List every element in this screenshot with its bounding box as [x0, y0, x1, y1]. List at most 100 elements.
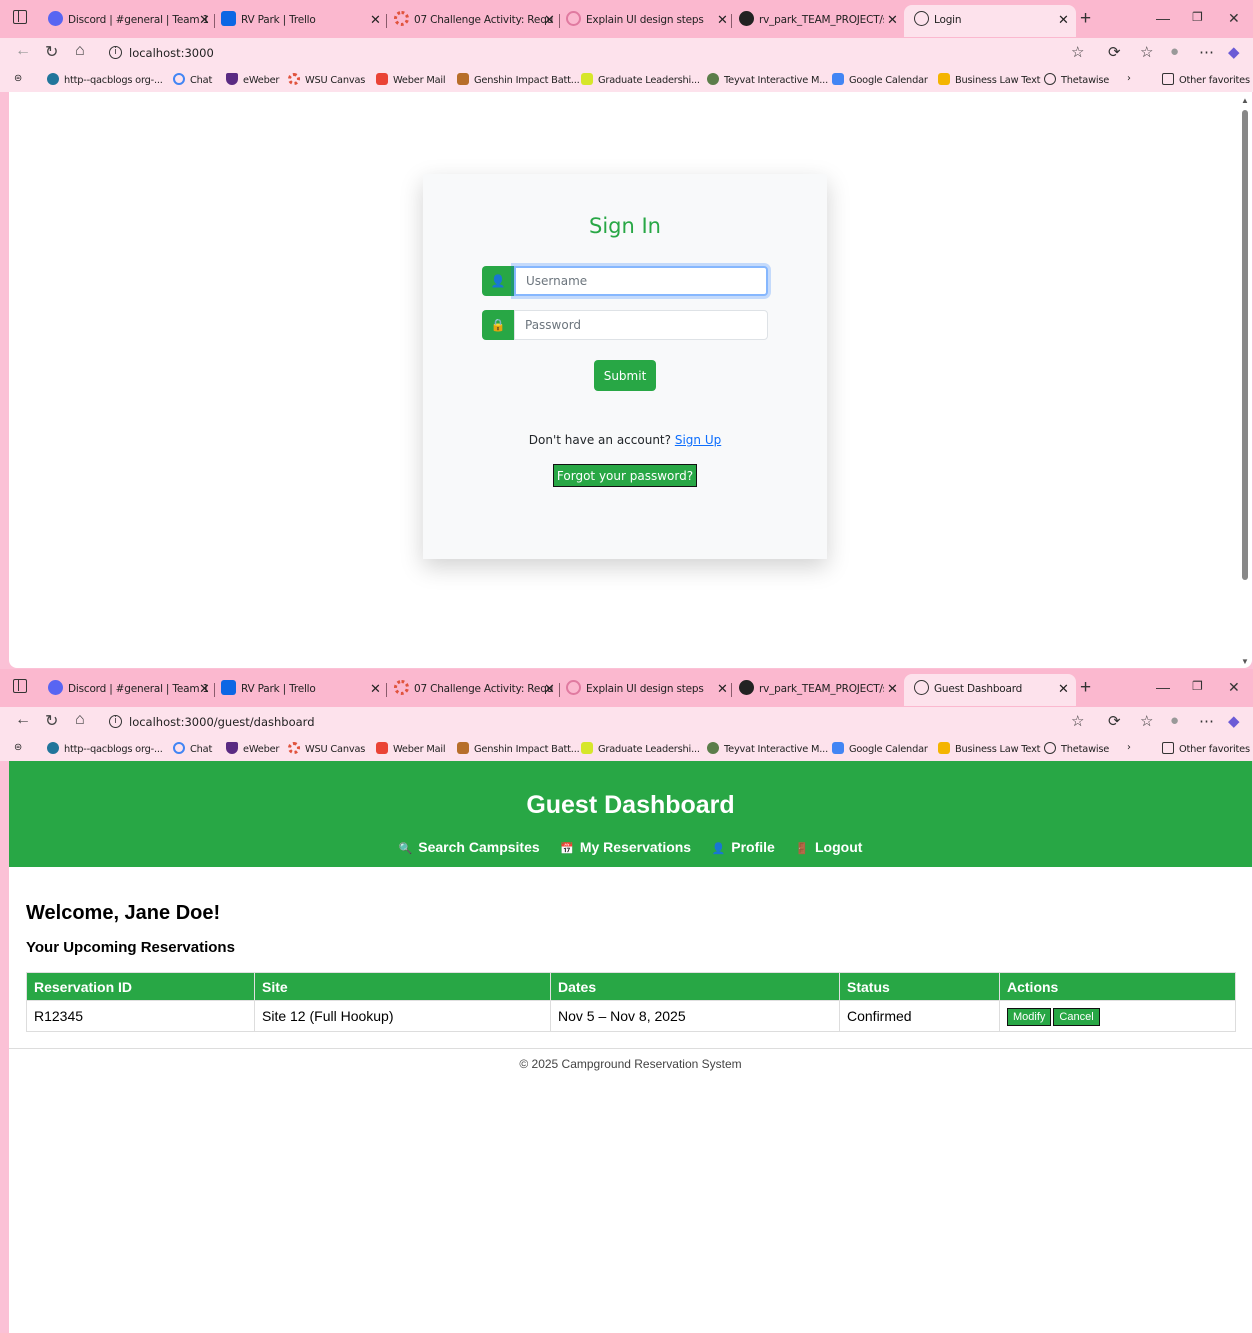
more-menu-icon[interactable]: ⋯: [1199, 712, 1214, 730]
tab-actions-icon[interactable]: [13, 679, 27, 693]
password-input[interactable]: [514, 310, 768, 340]
bookmark-item[interactable]: WSU Canvas: [288, 742, 365, 755]
nav-my-reservations[interactable]: 📅 My Reservations: [560, 839, 691, 855]
tab-login[interactable]: Login ✕: [904, 5, 1076, 37]
tab-trello[interactable]: RV Park | Trello ✕: [211, 5, 386, 37]
copilot-icon[interactable]: ◆: [1228, 43, 1240, 61]
window-close-icon[interactable]: ✕: [1228, 679, 1240, 696]
tab-github[interactable]: rv_park_TEAM_PROJECT/serv ✕: [729, 674, 904, 706]
bookmark-item[interactable]: Weber Mail: [376, 73, 446, 86]
bookmark-item[interactable]: http--qacblogs org-...: [47, 73, 163, 86]
submit-button[interactable]: Submit: [594, 360, 656, 391]
url-field[interactable]: i localhost:3000/guest/dashboard: [103, 709, 1093, 735]
tab-discord[interactable]: Discord | #general | Team 1_ ✕: [38, 674, 214, 706]
tab-challenge-activity[interactable]: 07 Challenge Activity: Requir ✕: [384, 5, 559, 37]
tab-trello[interactable]: RV Park | Trello ✕: [211, 674, 386, 706]
close-icon[interactable]: ✕: [370, 682, 381, 697]
sign-up-link[interactable]: Sign Up: [675, 433, 721, 447]
scroll-down-icon[interactable]: ▼: [1241, 657, 1249, 666]
bookmark-item[interactable]: Weber Mail: [376, 742, 446, 755]
chevron-right-icon[interactable]: ›: [1127, 73, 1131, 84]
tab-explain-ui[interactable]: Explain UI design steps ✕: [556, 5, 731, 37]
bookmark-item[interactable]: Graduate Leadershi...: [581, 73, 700, 86]
modify-button[interactable]: Modify: [1007, 1007, 1052, 1026]
window-close-icon[interactable]: ✕: [1228, 10, 1240, 27]
copilot-icon[interactable]: ◆: [1228, 712, 1240, 730]
profile-icon[interactable]: ●: [1170, 43, 1179, 60]
nav-profile[interactable]: 👤 Profile: [712, 839, 775, 855]
bookmark-item[interactable]: http--qacblogs org-...: [47, 742, 163, 755]
bookmark-item[interactable]: eWeber: [226, 742, 279, 755]
home-icon[interactable]: ⌂: [75, 711, 85, 729]
minimize-icon[interactable]: —: [1156, 679, 1170, 695]
bookmark-item[interactable]: Business Law Text: [938, 742, 1041, 755]
favorites-icon[interactable]: ☆: [1140, 712, 1153, 730]
page-viewport: Sign In 👤 🔒 Submit Don't have an account…: [9, 92, 1252, 668]
restore-icon[interactable]: ❐: [1192, 679, 1203, 693]
minimize-icon[interactable]: —: [1156, 10, 1170, 26]
bookmark-item[interactable]: Google Calendar: [832, 742, 928, 755]
bookmark-item[interactable]: Thetawise: [1044, 73, 1109, 86]
extensions-icon[interactable]: ⟳: [1108, 712, 1121, 730]
more-menu-icon[interactable]: ⋯: [1199, 43, 1214, 61]
close-icon[interactable]: ✕: [199, 682, 210, 697]
nav-search-campsites[interactable]: 🔍 Search Campsites: [399, 839, 540, 855]
bookmark-item[interactable]: eWeber: [226, 73, 279, 86]
other-favorites[interactable]: Other favorites: [1162, 73, 1250, 86]
favorites-icon[interactable]: ☆: [1140, 43, 1153, 61]
cancel-button[interactable]: Cancel: [1053, 1007, 1100, 1026]
back-icon[interactable]: ←: [15, 711, 31, 729]
vertical-scrollbar[interactable]: ▲ ▼: [1238, 92, 1252, 668]
scrollbar-thumb[interactable]: [1242, 110, 1248, 580]
url-field[interactable]: i localhost:3000: [103, 40, 1093, 66]
close-icon[interactable]: ✕: [370, 13, 381, 28]
restore-icon[interactable]: ❐: [1192, 10, 1203, 24]
close-icon[interactable]: ✕: [887, 13, 898, 28]
close-icon[interactable]: ✕: [1058, 13, 1069, 28]
new-tab-icon[interactable]: +: [1080, 677, 1091, 699]
other-favorites[interactable]: Other favorites: [1162, 742, 1250, 755]
close-icon[interactable]: ✕: [544, 682, 555, 697]
close-icon[interactable]: ✕: [887, 682, 898, 697]
bookmark-item[interactable]: Thetawise: [1044, 742, 1109, 755]
close-icon[interactable]: ✕: [544, 13, 555, 28]
bookmark-item[interactable]: WSU Canvas: [288, 73, 365, 86]
tab-challenge-activity[interactable]: 07 Challenge Activity: Requir ✕: [384, 674, 559, 706]
tab-discord[interactable]: Discord | #general | Team 1_ ✕: [38, 5, 214, 37]
favorite-star-icon[interactable]: ☆: [1071, 43, 1084, 61]
close-icon[interactable]: ✕: [717, 13, 728, 28]
home-icon[interactable]: ⌂: [75, 42, 85, 60]
username-input[interactable]: [514, 266, 768, 296]
bookmark-item[interactable]: Chat: [173, 742, 212, 755]
reload-icon[interactable]: ↻: [45, 42, 58, 62]
tab-actions-icon[interactable]: [13, 10, 27, 24]
new-tab-icon[interactable]: +: [1080, 8, 1091, 30]
bookmark-item[interactable]: Genshin Impact Batt...: [457, 742, 580, 755]
scroll-up-icon[interactable]: ▲: [1241, 96, 1249, 105]
tab-explain-ui[interactable]: Explain UI design steps ✕: [556, 674, 731, 706]
close-icon[interactable]: ✕: [717, 682, 728, 697]
favorite-star-icon[interactable]: ☆: [1071, 712, 1084, 730]
chevron-right-icon[interactable]: ›: [1127, 742, 1131, 753]
bookmark-item[interactable]: Chat: [173, 73, 212, 86]
bookmark-item[interactable]: Teyvat Interactive M...: [707, 742, 828, 755]
tab-guest-dashboard[interactable]: Guest Dashboard ✕: [904, 674, 1076, 706]
bookmark-item[interactable]: Google Calendar: [832, 73, 928, 86]
bookmark-collections-icon[interactable]: ⊜: [14, 742, 22, 753]
nav-logout[interactable]: 🚪 Logout: [795, 839, 862, 855]
bookmark-collections-icon[interactable]: ⊜: [14, 73, 22, 84]
reload-icon[interactable]: ↻: [45, 711, 58, 731]
close-icon[interactable]: ✕: [199, 13, 210, 28]
extensions-icon[interactable]: ⟳: [1108, 43, 1121, 61]
forgot-password-button[interactable]: Forgot your password?: [553, 464, 697, 487]
bookmark-item[interactable]: Business Law Text: [938, 73, 1041, 86]
bookmark-item[interactable]: Genshin Impact Batt...: [457, 73, 580, 86]
bookmark-item[interactable]: Teyvat Interactive M...: [707, 73, 828, 86]
back-icon[interactable]: ←: [15, 42, 31, 60]
site-info-icon[interactable]: i: [109, 46, 122, 59]
close-icon[interactable]: ✕: [1058, 682, 1069, 697]
tab-github[interactable]: rv_park_TEAM_PROJECT/serv ✕: [729, 5, 904, 37]
profile-icon[interactable]: ●: [1170, 712, 1179, 729]
site-info-icon[interactable]: i: [109, 715, 122, 728]
bookmark-item[interactable]: Graduate Leadershi...: [581, 742, 700, 755]
